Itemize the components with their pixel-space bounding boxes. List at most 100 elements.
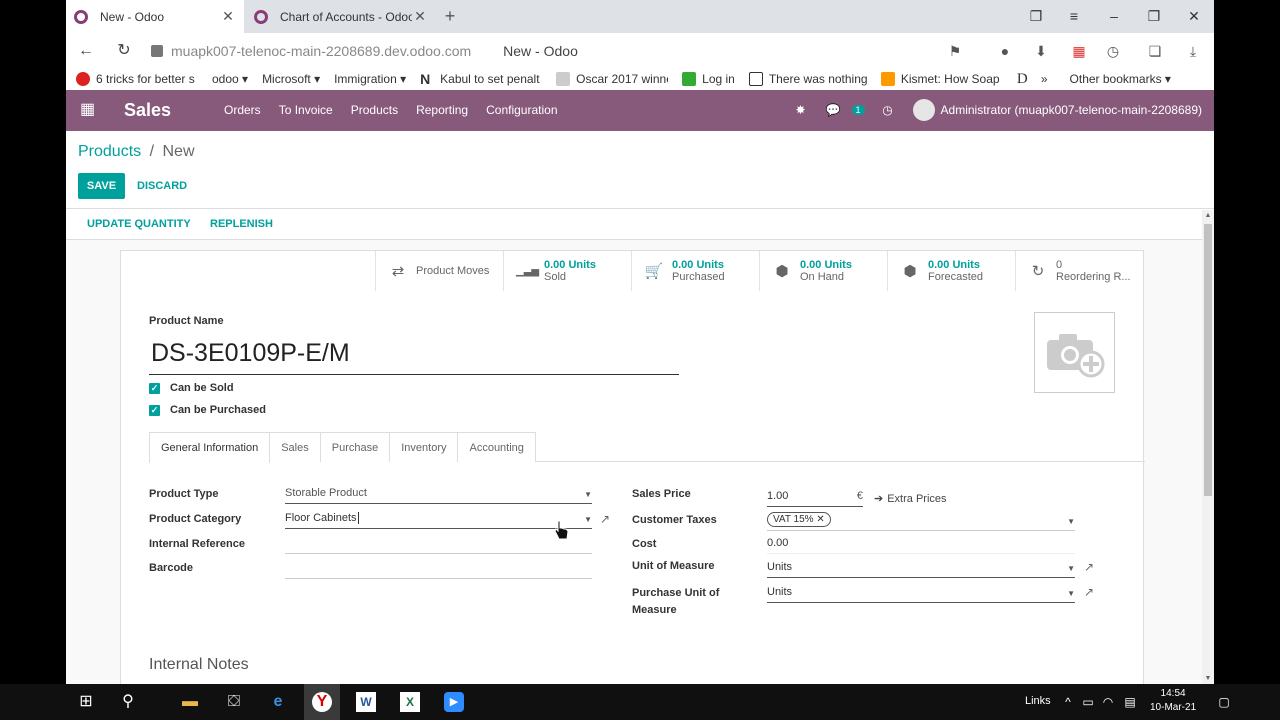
smart-button-label: Reordering R... (1056, 271, 1131, 283)
user-menu[interactable]: Administrator (muapk007-telenoc-main-220… (941, 103, 1202, 117)
bookmark-item[interactable]: Oscar 2017 winner (556, 72, 668, 86)
windows-start-icon[interactable]: ⊞ (76, 692, 96, 712)
product-moves-button[interactable]: ⇄ Product Moves (375, 251, 503, 291)
close-tab-icon[interactable]: ✕ (412, 8, 428, 25)
product-name-input[interactable]: DS-3E0109P-E/M (149, 333, 679, 375)
product-type-select[interactable]: Storable Product ▼ (285, 487, 592, 504)
calendar-extension-icon[interactable]: ▦ (1070, 42, 1088, 60)
edge-browser-icon[interactable]: e (268, 692, 288, 712)
user-avatar[interactable] (912, 99, 935, 121)
app-name[interactable]: Sales (124, 100, 171, 121)
save-button[interactable]: SAVE (78, 173, 125, 199)
update-quantity-button[interactable]: UPDATE QUANTITY (87, 218, 191, 230)
bookmark-item[interactable]: Kismet: How Soap (880, 72, 1003, 86)
links-toolbar[interactable]: Links (1025, 695, 1051, 707)
bookmark-folder-immigration[interactable]: Immigration ▾ (334, 72, 406, 86)
internal-reference-input[interactable] (285, 537, 592, 554)
store-icon[interactable]: ⛋ (224, 692, 244, 712)
browser-menu-icon[interactable]: ≡ (1054, 0, 1094, 33)
external-link-icon[interactable]: ↗ (600, 512, 610, 526)
excel-icon[interactable]: X (400, 692, 420, 712)
menu-reporting[interactable]: Reporting (416, 103, 468, 117)
downloads-icon[interactable]: ⤓ (1184, 42, 1202, 60)
activity-clock-icon[interactable]: ◷ (881, 103, 895, 117)
download-arrow-icon[interactable]: ⬇ (1032, 42, 1050, 60)
reordering-rules-button[interactable]: ↻ 0 Reordering R... (1015, 251, 1143, 291)
can-be-sold-checkbox[interactable]: ✓ Can be Sold (149, 382, 234, 394)
external-link-icon[interactable]: ↗ (1084, 560, 1094, 574)
on-hand-button[interactable]: ⬢ 0.00 Units On Hand (759, 251, 887, 291)
tab-purchase[interactable]: Purchase (319, 432, 391, 462)
bookmark-folder-microsoft[interactable]: Microsoft ▾ (262, 72, 320, 86)
close-tab-icon[interactable]: ✕ (220, 8, 236, 25)
browser-tab-chart-of-accounts[interactable]: Chart of Accounts - Odoo ✕ (246, 0, 436, 33)
internal-reference-label: Internal Reference (149, 538, 245, 550)
new-tab-plus-icon[interactable]: + (440, 6, 460, 26)
system-clock[interactable]: 14:54 10-Mar-21 (1150, 687, 1196, 715)
breadcrumb-products[interactable]: Products (78, 143, 141, 160)
sold-button[interactable]: ▁▃▅ 0.00 Units Sold (503, 251, 631, 291)
menu-configuration[interactable]: Configuration (486, 103, 557, 117)
tab-search-icon[interactable]: ❐ (1016, 0, 1056, 33)
bookmark-folder-odoo[interactable]: odoo ▾ (212, 72, 248, 86)
tab-accounting[interactable]: Accounting (457, 432, 536, 462)
can-be-purchased-checkbox[interactable]: ✓ Can be Purchased (149, 404, 266, 416)
search-icon[interactable]: ⚲ (118, 692, 138, 712)
uom-select[interactable]: Units ▼ (767, 561, 1075, 578)
remove-tag-icon[interactable]: ✕ (816, 514, 824, 525)
restore-icon[interactable]: ❐ (1134, 0, 1174, 33)
customer-taxes-many2many[interactable]: VAT 15% ✕ ▼ (767, 512, 1075, 531)
notifications-icon[interactable]: ▢ (1214, 692, 1234, 712)
extension-icon[interactable]: ● (996, 42, 1014, 60)
discard-button[interactable]: DISCARD (137, 173, 187, 199)
scroll-down-arrow-icon[interactable]: ▼ (1202, 675, 1214, 682)
tab-inventory[interactable]: Inventory (389, 432, 459, 462)
tray-chevron-up-icon[interactable]: ^ (1058, 692, 1078, 712)
tab-general-information[interactable]: General Information (149, 432, 271, 463)
file-explorer-icon[interactable]: ▬ (180, 692, 200, 712)
product-image-upload[interactable] (1034, 312, 1115, 393)
purchase-uom-select[interactable]: Units ▼ (767, 586, 1075, 603)
browser-tab-new-odoo[interactable]: New - Odoo ✕ (66, 0, 244, 33)
apps-grid-icon[interactable]: ▦ (80, 102, 96, 118)
forecasted-button[interactable]: ⬢ 0.00 Units Forecasted (887, 251, 1015, 291)
bookmark-item[interactable]: There was nothing (748, 72, 867, 86)
barcode-input[interactable] (285, 562, 592, 579)
external-link-icon[interactable]: ↗ (1084, 585, 1094, 599)
url-field[interactable]: muapk007-telenoc-main-2208689.dev.odoo.c… (151, 38, 951, 63)
battery-icon[interactable]: ▭ (1078, 692, 1098, 712)
product-category-select[interactable]: Floor Cabinets ▼ (285, 512, 592, 529)
bookmark-item[interactable]: 6 tricks for better s (76, 72, 198, 86)
reload-icon[interactable]: ↻ (114, 41, 134, 61)
zoom-icon[interactable]: ▶ (444, 692, 464, 712)
keyboard-icon[interactable]: ▤ (1120, 692, 1140, 712)
tab-sales[interactable]: Sales (269, 432, 321, 462)
sales-price-input[interactable]: 1.00 € (767, 490, 863, 507)
other-bookmarks-folder[interactable]: Other bookmarks ▾ (1070, 72, 1171, 86)
close-window-icon[interactable]: ✕ (1174, 0, 1214, 33)
chat-bubbles-icon[interactable]: 💬 (826, 103, 841, 117)
clock-extension-icon[interactable]: ◷ (1104, 42, 1122, 60)
yandex-browser-icon[interactable]: Y (304, 684, 340, 720)
bookmark-item[interactable]: N Kabul to set penalt (420, 72, 542, 86)
back-arrow-icon[interactable]: ← (76, 41, 96, 61)
menu-products[interactable]: Products (351, 103, 398, 117)
more-bookmarks-chevron[interactable]: » (1041, 72, 1048, 86)
extra-prices-button[interactable]: ➔ Extra Prices (874, 492, 947, 505)
scrollbar-thumb[interactable] (1204, 224, 1212, 496)
bookmark-flag-icon[interactable]: ⚑ (946, 42, 964, 60)
scroll-up-arrow-icon[interactable]: ▲ (1202, 212, 1214, 219)
minimize-icon[interactable]: – (1094, 0, 1134, 33)
word-icon[interactable]: W (356, 692, 376, 712)
purchased-button[interactable]: 🛒 0.00 Units Purchased (631, 251, 759, 291)
bookmark-item[interactable]: Log in (682, 72, 735, 86)
address-bar: ← ↻ muapk007-telenoc-main-2208689.dev.od… (66, 33, 1214, 68)
replenish-button[interactable]: REPLENISH (210, 218, 273, 230)
vertical-scrollbar[interactable]: ▲ ▼ (1202, 210, 1214, 684)
menu-orders[interactable]: Orders (224, 103, 261, 117)
wifi-icon[interactable]: ◠ (1098, 692, 1118, 712)
bug-icon[interactable]: ✸ (794, 103, 808, 117)
bookmark-item[interactable]: D (1017, 72, 1037, 86)
collections-icon[interactable]: ❏ (1146, 42, 1164, 60)
menu-to-invoice[interactable]: To Invoice (279, 103, 333, 117)
